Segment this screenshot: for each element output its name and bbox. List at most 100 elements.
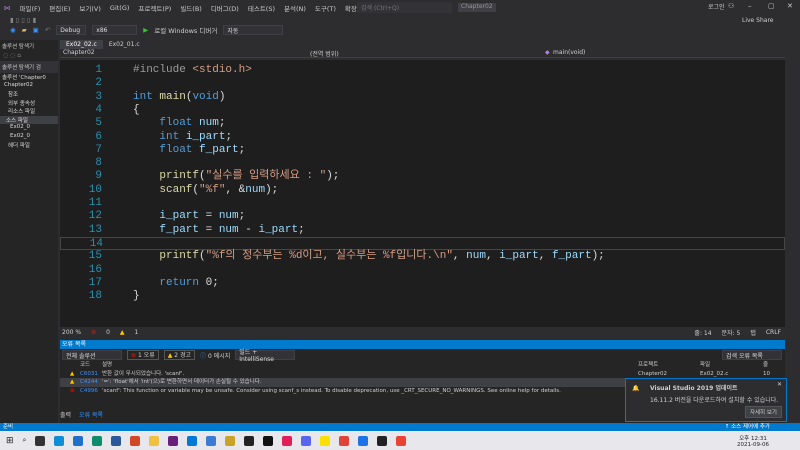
code-line[interactable]: 5 float num;	[60, 117, 785, 130]
tab-ex02-02[interactable]: Ex02_02.c	[60, 40, 103, 49]
taskbar-app-icon[interactable]	[244, 435, 255, 446]
menu-item[interactable]: 도구(T)	[315, 3, 336, 13]
code-line[interactable]: 4{	[60, 104, 785, 117]
code-line[interactable]: 14	[60, 236, 785, 251]
taskbar-app-icon[interactable]	[282, 435, 293, 446]
code-line[interactable]: 12 i_part = num;	[60, 210, 785, 223]
menu-item[interactable]: 파일(F)	[20, 3, 41, 13]
tree-item[interactable]: 외부 종속성	[0, 99, 58, 108]
code-editor[interactable]: 1 #include <stdio.h> 2 3 int main(void) 4{5 f…	[60, 60, 785, 327]
nav-project[interactable]: Chapter02	[63, 49, 95, 56]
header-file[interactable]: 파일	[700, 361, 710, 370]
search-icon[interactable]: ⌕	[23, 436, 27, 445]
taskbar-app-icon[interactable]	[130, 435, 141, 446]
taskbar-app-icon[interactable]	[54, 435, 65, 446]
run-button[interactable]: 로컬 Windows 디버거	[154, 25, 217, 35]
errors-filter[interactable]: ⊗ 1 오류	[127, 350, 159, 360]
zoom-level[interactable]: 200 %	[62, 329, 81, 336]
tree-item[interactable]: Chapter02	[0, 82, 58, 91]
tab-ex02-01[interactable]: Ex02_01.c	[103, 40, 146, 49]
tree-item[interactable]: Ex02_0	[0, 133, 58, 142]
taskbar-app-icon[interactable]	[206, 435, 217, 446]
header-project[interactable]: 프로젝트	[638, 361, 658, 370]
error-search[interactable]: 검색 오류 목록	[722, 350, 782, 360]
live-share-button[interactable]: Live Share	[742, 17, 773, 24]
menu-item[interactable]: 편집(E)	[49, 3, 70, 13]
nav-member[interactable]: main(void)	[553, 49, 585, 56]
build-select[interactable]: 빌드 + IntelliSense	[235, 349, 296, 363]
error-row[interactable]: ▲ C6031 반환 값이 무시되었습니다. 'scanf'. Chapter02 Ex…	[60, 370, 785, 379]
error-code[interactable]: C4996	[80, 387, 102, 396]
taskbar-app-icon[interactable]	[301, 435, 312, 446]
messages-filter[interactable]: ⓘ 0 메시지	[200, 351, 230, 360]
taskbar-app-icon[interactable]	[263, 435, 274, 446]
save-icon[interactable]: ▣	[33, 26, 39, 34]
minimize-button[interactable]: –	[748, 2, 752, 10]
tree-item[interactable]: Ex02_0	[0, 124, 58, 133]
taskbar-app-icon[interactable]	[35, 435, 46, 446]
maximize-button[interactable]: ▢	[768, 2, 775, 10]
login-link[interactable]: 로그인	[708, 2, 725, 11]
details-button[interactable]: 자세히 보기	[744, 406, 782, 418]
menu-item[interactable]: 디버그(D)	[211, 3, 239, 13]
tab-error-list[interactable]: 오류 목록	[79, 410, 103, 419]
run-icon[interactable]: ▶	[143, 26, 148, 34]
header-line[interactable]: 줄	[763, 361, 768, 370]
search-input[interactable]: 검색 (Ctrl+Q)	[357, 2, 452, 13]
menu-item[interactable]: Git(G)	[110, 4, 130, 12]
code-line[interactable]: 8	[60, 157, 785, 170]
taskbar-app-icon[interactable]	[73, 435, 84, 446]
tree-item[interactable]: 솔루션 'Chapter0	[0, 73, 58, 82]
menu-item[interactable]: 분석(N)	[284, 3, 306, 13]
taskbar-app-icon[interactable]	[377, 435, 388, 446]
account-icon[interactable]: ⚇	[728, 2, 734, 10]
tree-item[interactable]: 헤더 파일	[0, 141, 58, 150]
clock-date[interactable]: 2021-09-06	[737, 442, 769, 448]
code-line[interactable]: 7 float f_part;	[60, 144, 785, 157]
taskbar-app-icon[interactable]	[111, 435, 122, 446]
tree-item[interactable]: 소스 파일	[0, 115, 58, 124]
code-line[interactable]: 18}	[60, 290, 785, 303]
header-code[interactable]: 코드	[80, 361, 102, 370]
code-line[interactable]: 6 int i_part;	[60, 131, 785, 144]
code-line[interactable]: 3 int main(void)	[60, 91, 785, 104]
code-line[interactable]: 10 scanf("%f", &num);	[60, 184, 785, 197]
code-line[interactable]: 13 f_part = num - i_part;	[60, 224, 785, 237]
taskbar-app-icon[interactable]	[149, 435, 160, 446]
tree-item[interactable]: 참조	[0, 90, 58, 99]
config-select[interactable]: Debug	[56, 25, 87, 35]
code-line[interactable]: 17 return 0;	[60, 277, 785, 290]
code-line[interactable]: 2	[60, 77, 785, 90]
back-icon[interactable]: ◉	[10, 26, 16, 34]
menu-item[interactable]: 보기(V)	[79, 3, 100, 13]
taskbar-app-icon[interactable]	[339, 435, 350, 446]
warnings-filter[interactable]: ▲ 2 경고	[163, 350, 196, 360]
taskbar-app-icon[interactable]	[320, 435, 331, 446]
taskbar-app-icon[interactable]	[225, 435, 236, 446]
notification-close[interactable]: ✕	[777, 381, 782, 388]
run-mode-select[interactable]: 자동	[223, 25, 284, 35]
error-code[interactable]: C6031	[80, 370, 102, 379]
code-line[interactable]: 15 printf("%f의 정수부는 %d이고, 실수부는 %f입니다.\n"…	[60, 250, 785, 263]
close-button[interactable]: ✕	[787, 2, 793, 10]
menu-item[interactable]: 프로젝트(P)	[138, 3, 171, 13]
taskbar-app-icon[interactable]	[168, 435, 179, 446]
open-icon[interactable]: ▰	[22, 26, 27, 34]
menu-item[interactable]: 테스트(S)	[248, 3, 275, 13]
taskbar-app-icon[interactable]	[187, 435, 198, 446]
taskbar-app-icon[interactable]	[358, 435, 369, 446]
start-icon[interactable]: ⊞	[6, 436, 14, 446]
scope-select[interactable]: 전체 솔루션	[62, 350, 122, 360]
platform-select[interactable]: x86	[92, 25, 138, 35]
code-line[interactable]: 1 #include <stdio.h>	[60, 64, 785, 77]
error-code[interactable]: C4244	[80, 378, 102, 387]
source-control-button[interactable]: ↑ 소스 제어에 추가	[725, 423, 770, 431]
tab-output[interactable]: 출력	[60, 410, 71, 419]
code-line[interactable]: 11	[60, 197, 785, 210]
taskbar-app-icon[interactable]	[396, 435, 407, 446]
header-desc[interactable]: 설명	[102, 361, 452, 370]
taskbar-app-icon[interactable]	[92, 435, 103, 446]
tree-item[interactable]: 리소스 파일	[0, 107, 58, 116]
solution-search[interactable]: 솔루션 탐색기 검	[0, 61, 58, 73]
menu-item[interactable]: 빌드(B)	[180, 3, 202, 13]
